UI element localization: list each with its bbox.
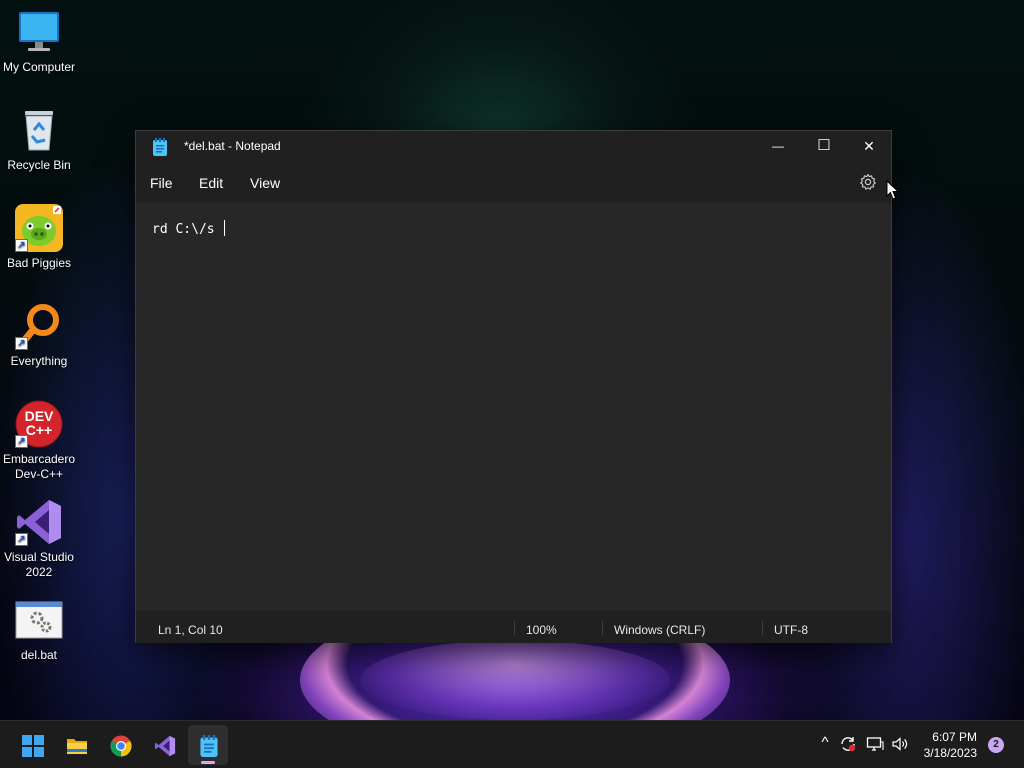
status-bar: Ln 1, Col 10 100% Windows (CRLF) UTF-8 [136,611,891,643]
minimize-button[interactable]: — [755,131,801,163]
taskbar: ^ 6:07 PM 3/18/2023 2 [0,720,1024,768]
desktop-icon-everything[interactable]: ↗ Everything [0,302,78,369]
maximize-button[interactable]: ☐ [801,131,847,163]
text-caret [224,220,226,236]
desktop-icon-del-bat[interactable]: del.bat [0,596,78,663]
volume-icon[interactable] [891,735,909,753]
desktop-icon-bad-piggies[interactable]: ↗ Bad Piggies [0,204,78,271]
status-line-ending: Windows (CRLF) [614,623,706,637]
desktop-icon-dev-cpp[interactable]: DEV C++ ↗ Embarcadero Dev-C++ [0,400,78,482]
title-bar[interactable]: *del.bat - Notepad — ☐ ✕ [136,131,891,163]
network-icon[interactable] [866,735,884,753]
wallpaper-glow-core [360,640,670,720]
visual-studio-icon [154,735,176,757]
show-hidden-icons-chevron-icon[interactable]: ^ [816,734,834,752]
menu-edit[interactable]: Edit [199,175,223,191]
dev-cpp-badge-text: DEV C++ [24,408,54,438]
menu-bar: File Edit View [136,163,891,203]
notepad-window[interactable]: *del.bat - Notepad — ☐ ✕ File Edit View … [135,130,892,643]
desktop-icon-label: Everything [10,354,68,368]
desktop-icon-visual-studio[interactable]: ↗ Visual Studio 2022 [0,498,78,580]
desktop-icon-label-line1: Embarcadero [2,452,76,466]
windows-start-icon [22,735,44,757]
clock-time: 6:07 PM [932,730,977,744]
shortcut-arrow-icon: ↗ [15,435,28,448]
window-title: *del.bat - Notepad [184,139,281,153]
status-cursor-position: Ln 1, Col 10 [158,623,223,637]
status-divider [514,621,515,635]
desktop-icon-label: Recycle Bin [7,158,71,172]
system-clock[interactable]: 6:07 PM 3/18/2023 [924,729,977,761]
taskbar-notepad[interactable] [188,725,228,765]
desktop-icon-label: Bad Piggies [6,256,72,270]
mouse-pointer-icon [886,179,900,202]
taskbar-visual-studio[interactable] [144,725,184,765]
menu-view[interactable]: View [250,175,280,191]
start-button[interactable] [12,725,52,765]
desktop-icon-label-line2: 2022 [25,565,53,579]
menu-file[interactable]: File [150,175,173,191]
desktop-icon-label: My Computer [2,60,76,74]
visual-studio-icon: ↗ [15,498,63,546]
chrome-icon [110,735,132,757]
sync-icon[interactable] [839,735,857,753]
shortcut-arrow-icon: ↗ [15,239,28,252]
clock-date: 3/18/2023 [923,746,977,760]
monitor-icon [15,8,63,56]
desktop-icon-label-line2: Dev-C++ [14,467,64,481]
shortcut-arrow-icon: ↗ [15,533,28,546]
desktop-icon-label: del.bat [20,648,58,662]
close-button[interactable]: ✕ [846,131,892,163]
batch-file-icon [15,596,63,644]
notification-badge[interactable]: 2 [988,737,1004,753]
desktop-icon-my-computer[interactable]: My Computer [0,8,78,75]
close-icon: ✕ [863,138,875,154]
settings-gear-icon[interactable] [859,173,877,191]
bad-piggies-icon: ↗ [15,204,63,252]
maximize-icon: ☐ [817,137,831,154]
recycle-bin-icon [15,106,63,154]
status-divider [762,621,763,635]
file-explorer-icon [66,735,88,757]
status-divider [602,621,603,635]
text-editor-area[interactable]: rd C:\/s [136,203,891,611]
magnifier-icon: ↗ [15,302,63,350]
active-app-indicator [201,761,215,764]
taskbar-chrome[interactable] [100,725,140,765]
desktop-icon-label-line1: Visual Studio [4,550,74,564]
desktop-icon-recycle-bin[interactable]: Recycle Bin [0,106,78,173]
shortcut-arrow-icon: ↗ [15,337,28,350]
dev-cpp-icon: DEV C++ ↗ [15,400,63,448]
editor-content: rd C:\/s [152,222,223,237]
status-zoom: 100% [526,623,557,637]
minimize-icon: — [772,139,784,153]
notepad-icon [198,735,220,757]
taskbar-file-explorer[interactable] [56,725,96,765]
notepad-app-icon [152,138,168,156]
status-encoding: UTF-8 [774,623,808,637]
